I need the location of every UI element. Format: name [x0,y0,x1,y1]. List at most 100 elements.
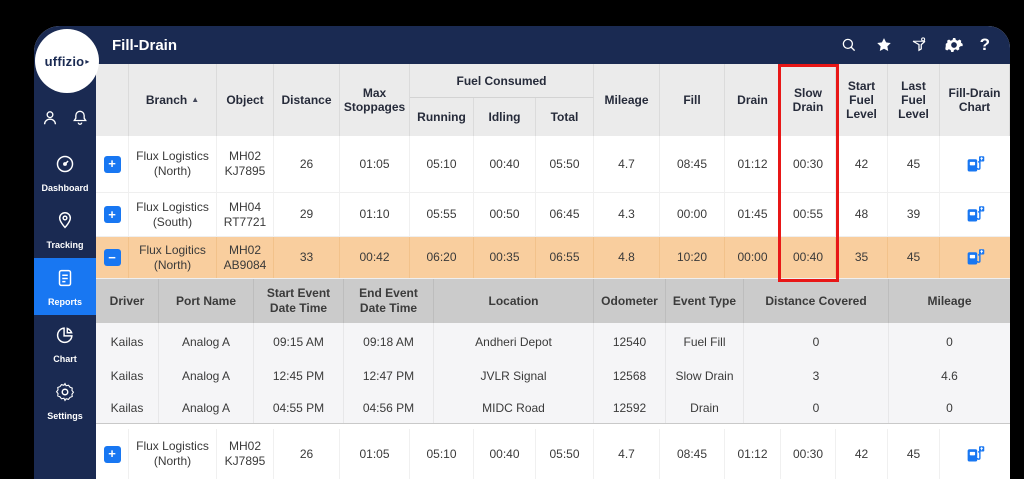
cell-total: 05:50 [536,136,594,192]
cell-running: 06:20 [410,237,474,278]
cell-idling: 00:50 [474,193,536,236]
column-header-distance: Distance [274,64,340,136]
sidebar-item-settings[interactable]: Settings [34,372,96,429]
search-icon[interactable] [840,36,858,54]
column-header-last-fuel-level: Last Fuel Level [888,64,940,136]
cell-distance: 33 [274,237,340,278]
cell-max-stoppages: 00:42 [340,237,410,278]
fill-drain-chart-icon[interactable] [965,154,986,175]
column-header-slow-drain: Slow Drain [781,64,836,136]
cell-max-stoppages: 01:10 [340,193,410,236]
detail-cell-mileage: 0 [946,400,953,415]
fill-drain-chart-icon[interactable] [965,247,986,268]
cell-branch: Flux Logistics (North) [129,136,217,192]
cell-total: 06:45 [536,193,594,236]
detail-cell-location: Andheri Depot [434,323,594,360]
cell-fill: 00:00 [660,193,725,236]
column-header-total: Total [536,98,594,136]
settings-gear-icon[interactable] [944,36,963,54]
detail-cell-mileage: 0 [946,334,953,349]
column-header-running: Running [410,98,474,136]
sidebar-quick-icons [34,108,96,133]
detail-header-distance-covered: Distance Covered [744,279,889,323]
detail-cell-start-event: 09:15 AM [254,323,344,360]
cell-max-stoppages: 01:05 [340,136,410,192]
sidebar-item-dashboard[interactable]: Dashboard [34,144,96,201]
cell-object: MH02 KJ7895 [217,136,274,192]
cell-object: MH04 RT7721 [217,193,274,236]
cell-idling: 00:40 [474,136,536,192]
detail-header-location: Location [434,279,594,323]
favorite-star-icon[interactable] [875,36,893,54]
notifications-bell-icon[interactable] [70,108,90,133]
filter-settings-icon[interactable] [910,36,928,54]
detail-cell-end-event: 09:18 AM [344,323,434,360]
cell-max-stoppages: 01:05 [340,429,410,479]
cell-start-fuel-level: 42 [836,136,888,192]
detail-cell-distance-covered: 3 [744,360,889,392]
sidebar-item-tracking[interactable]: Tracking [34,201,96,258]
cell-last-fuel-level: 39 [888,193,940,236]
column-header-fill: Fill [660,64,725,136]
cell-running: 05:10 [410,136,474,192]
column-group-fuel-consumed: Fuel Consumed [410,64,594,98]
sidebar-nav: Dashboard Tracking Reports Chart Setting… [34,144,96,429]
detail-cell-odometer: 12592 [594,392,666,423]
help-icon[interactable]: ? [980,35,990,55]
expand-row-button[interactable]: + [103,155,121,173]
detail-cell-port-name: Analog A [159,323,254,360]
logo-text: uffizio [44,53,85,69]
column-header-max-stoppages: Max Stoppages [340,64,410,136]
cell-distance: 26 [274,136,340,192]
fill-drain-chart-icon[interactable] [965,444,986,465]
expand-row-button[interactable]: + [103,445,121,463]
titlebar-icons: ? [840,35,1010,55]
detail-cell-event-type: Fuel Fill [666,323,744,360]
collapse-row-button[interactable]: − [103,249,121,266]
cell-slow-drain: 00:55 [781,193,836,236]
cell-mileage: 4.8 [594,237,660,278]
sidebar-item-label: Settings [47,410,83,421]
detail-table-header: Driver Port Name Start Event Date Time E… [96,279,1010,323]
table-row: + Flux Logistics (North) MH02 KJ7895 26 … [96,136,1010,193]
detail-header-event-type: Event Type [666,279,744,323]
sidebar: uffizio ▸ Dashboard Tracking Reports Cha… [34,26,99,479]
app-window: uffizio ▸ Dashboard Tracking Reports Cha… [34,26,1010,479]
detail-header-driver: Driver [96,279,159,323]
cell-fill: 08:45 [660,429,725,479]
cell-total: 05:50 [536,429,594,479]
reports-document-icon [54,267,76,294]
detail-cell-distance-covered: 0 [744,323,889,360]
settings-gear-icon [54,381,76,408]
expand-row-button[interactable]: + [103,206,121,223]
titlebar: Fill-Drain ? [96,26,1010,64]
column-header-drain: Drain [725,64,781,136]
detail-header-mileage: Mileage [927,293,972,308]
sidebar-item-label: Reports [47,296,82,307]
cell-branch: Flux Logistics (South) [129,193,217,236]
cell-distance: 26 [274,429,340,479]
sidebar-item-label: Tracking [46,239,84,250]
cell-idling: 00:35 [474,237,536,278]
cell-fill: 08:45 [660,136,725,192]
detail-cell-driver: Kailas [96,392,159,423]
column-header-idling: Idling [474,98,536,136]
fill-drain-chart-icon[interactable] [965,204,986,225]
sidebar-item-chart[interactable]: Chart [34,315,96,372]
detail-cell-mileage: 4.6 [941,369,958,383]
main-table-header: Branch ▲ Object Distance Max Stoppages F… [96,64,1010,136]
cell-start-fuel-level: 35 [836,237,888,278]
user-icon[interactable] [40,108,60,133]
sidebar-item-reports[interactable]: Reports [34,258,96,315]
pie-chart-icon [54,324,76,351]
dashboard-icon [54,153,76,180]
fill-drain-report-table: Branch ▲ Object Distance Max Stoppages F… [96,64,1010,479]
column-header-branch[interactable]: Branch ▲ [129,64,217,136]
sidebar-item-label: Dashboard [41,182,89,193]
page-background: uffizio ▸ Dashboard Tracking Reports Cha… [0,0,1024,479]
detail-row: Kailas Analog A 04:55 PM 04:56 PM MIDC R… [96,392,1010,424]
detail-header-end-event: End Event Date Time [344,279,434,323]
detail-cell-driver: Kailas [96,323,159,360]
cell-last-fuel-level: 45 [888,237,940,278]
column-header-mileage: Mileage [594,64,660,136]
